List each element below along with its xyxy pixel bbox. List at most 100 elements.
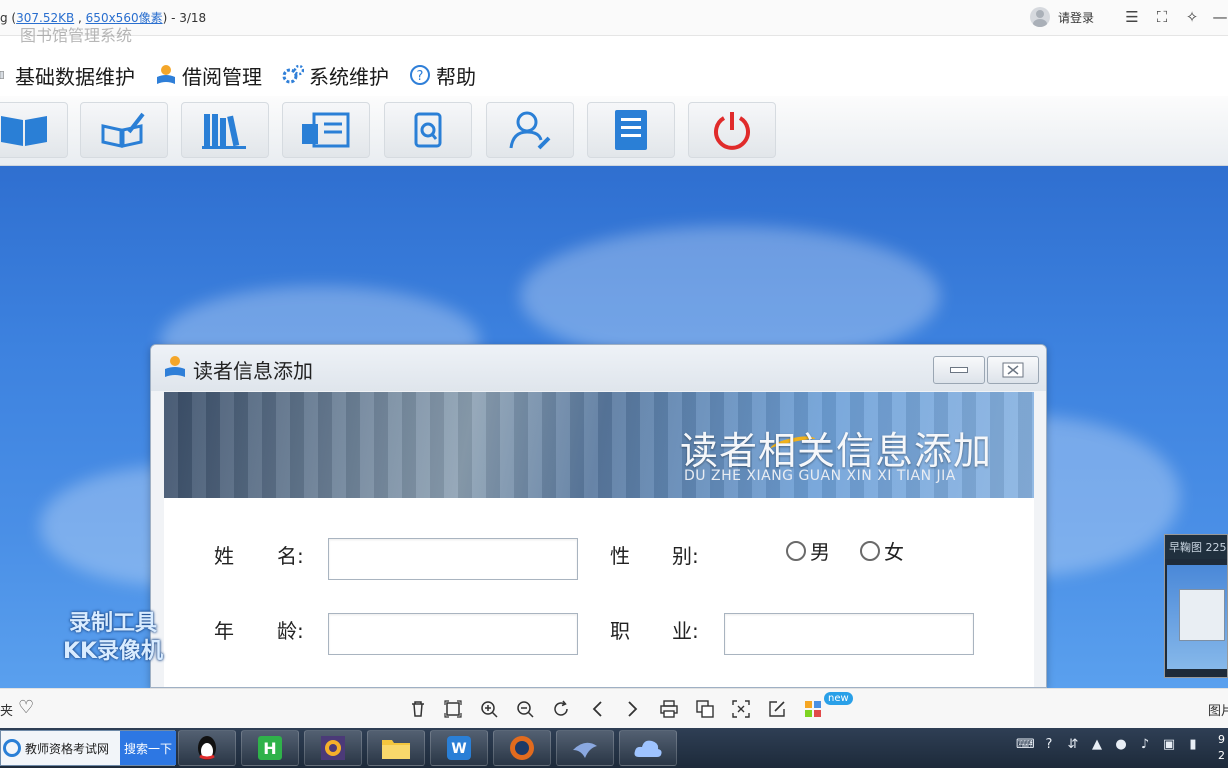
gears-icon [282,64,304,84]
previous-icon[interactable] [585,697,609,721]
menu-borrow[interactable]: 借阅管理 [155,61,262,90]
toolbar-card-button[interactable] [282,102,370,158]
fit-window-icon[interactable] [441,697,465,721]
toolbar-book-button[interactable] [0,102,68,158]
folder-icon [382,740,410,759]
age-label-part2: 龄: [277,619,304,643]
document-icon [0,71,4,79]
keyboard-icon[interactable]: ⌨ [1016,736,1035,754]
menu-basic-data[interactable]: 基础数据维护 [0,61,135,90]
usb-icon[interactable]: ⇵ [1064,736,1082,754]
network-icon[interactable]: ▣ [1160,736,1178,754]
toolbar-library-button[interactable] [181,102,269,158]
app-task-cloud[interactable] [619,730,677,766]
name-input[interactable] [328,538,578,580]
minimize-icon [950,367,968,373]
minimize-icon[interactable]: — [1210,7,1228,27]
gender-male-radio[interactable]: 男 [786,536,830,565]
wps-icon: W [447,736,471,760]
app-title: 图书馆管理系统 [20,26,133,45]
gender-label-part2: 别: [672,544,699,568]
job-label-part1: 职 [610,619,630,643]
reader-card-icon [302,112,350,148]
taskbar-search-box[interactable]: 教师资格考试网 搜索一下 [0,730,176,766]
explorer-task[interactable] [367,730,425,766]
edit-icon[interactable] [765,697,789,721]
login-button[interactable]: 请登录 [1030,7,1094,27]
ie-icon [3,739,21,757]
dialog-close-button[interactable] [987,356,1039,384]
print-icon[interactable] [657,697,681,721]
job-input[interactable] [724,613,974,655]
new-badge: new [824,692,853,705]
dialog-banner: 读者相关信息添加 DU ZHE XIANG GUAN XIN XI TIAN J… [164,392,1034,498]
qq-tray-icon[interactable]: ● [1112,736,1130,754]
favorites-label[interactable]: 夹 [0,700,13,719]
gender-label-part1: 性 [610,544,630,568]
image-label[interactable]: 图片 [1208,700,1228,719]
toolbar-exit-button[interactable] [688,102,776,158]
zoom-in-icon[interactable] [477,697,501,721]
banner-title: 读者相关信息添加 [680,429,993,473]
reader-form: 姓 名: 性 别: 男 女 年 龄: 职 业: [164,498,1034,687]
login-label: 请登录 [1058,10,1095,25]
signal-icon[interactable]: ▮ [1184,736,1202,754]
help-icon[interactable]: ? [1040,736,1058,754]
app-task-bird[interactable] [556,730,614,766]
name-label-part1: 姓 [214,544,234,568]
menu-help-label: 帮助 [436,64,476,89]
menu-system[interactable]: 系统维护 [282,61,389,90]
help-icon: ? [410,65,430,85]
toolbar-search-button[interactable] [384,102,472,158]
search-book-icon [414,112,442,148]
gender-female-radio[interactable]: 女 [860,536,904,565]
radio-circle [786,540,806,561]
copy-icon[interactable] [693,697,717,721]
search-button[interactable]: 搜索一下 [120,731,176,765]
hbuilder-task[interactable]: H [241,730,299,766]
thumbnail-image [1167,565,1227,669]
heart-icon[interactable]: ♡ [18,697,34,718]
clock-date: 2 [1218,749,1225,762]
qq-task[interactable] [178,730,236,766]
wps-task[interactable]: W [430,730,488,766]
pin-icon[interactable]: ✧ [1182,7,1202,27]
toolbar-user-button[interactable] [486,102,574,158]
hbuilder-icon: H [258,736,282,760]
crop-icon[interactable] [729,697,753,721]
title-suffix: ) - 3/18 [162,11,207,25]
menu-borrow-label: 借阅管理 [182,64,262,89]
dialog-minimize-button[interactable] [933,356,985,384]
taskbar-clock[interactable]: 9 2 [1218,732,1225,764]
cloud-icon [634,740,662,757]
age-input[interactable] [328,613,578,655]
zoom-out-icon[interactable] [513,697,537,721]
power-icon [714,112,750,150]
menu-help[interactable]: ? 帮助 [409,61,476,90]
reader-icon [157,65,175,84]
viewer-bottom-toolbar: 夹 ♡ new 图片 [0,688,1228,728]
delete-icon[interactable] [406,697,430,721]
menu-icon[interactable]: ☰ [1122,7,1142,27]
preview-thumbnail[interactable]: 早鞠图 225 [1164,534,1228,678]
eclipse-task[interactable] [304,730,362,766]
fullscreen-icon[interactable]: ⛶ [1152,7,1172,27]
recorder-watermark: 录制工具 KK录像机 [48,610,178,666]
gender-male-label: 男 [810,540,830,564]
bookshelf-icon [202,114,246,149]
show-hidden-icon[interactable]: ▲ [1088,736,1106,754]
dialog-title: 读者信息添加 [193,359,313,383]
book-icon [1,116,47,146]
gender-female-label: 女 [884,540,904,564]
dialog-title-bar[interactable]: 读者信息添加 [151,345,1046,391]
next-icon[interactable] [621,697,645,721]
security-task[interactable] [493,730,551,766]
toolbar-list-button[interactable] [587,102,675,158]
volume-icon[interactable]: ♪ [1136,736,1154,754]
apps-icon[interactable] [801,697,825,721]
rotate-icon[interactable] [549,697,573,721]
toolbar-borrow-button[interactable] [80,102,168,158]
taskbar: 教师资格考试网 搜索一下 H W ⌨ ? ⇵ ▲ ● ♪ ▣ ▮ 9 2 [0,728,1228,768]
open-book-pen-icon [101,112,145,148]
java-ee-ide-icon [321,736,345,760]
